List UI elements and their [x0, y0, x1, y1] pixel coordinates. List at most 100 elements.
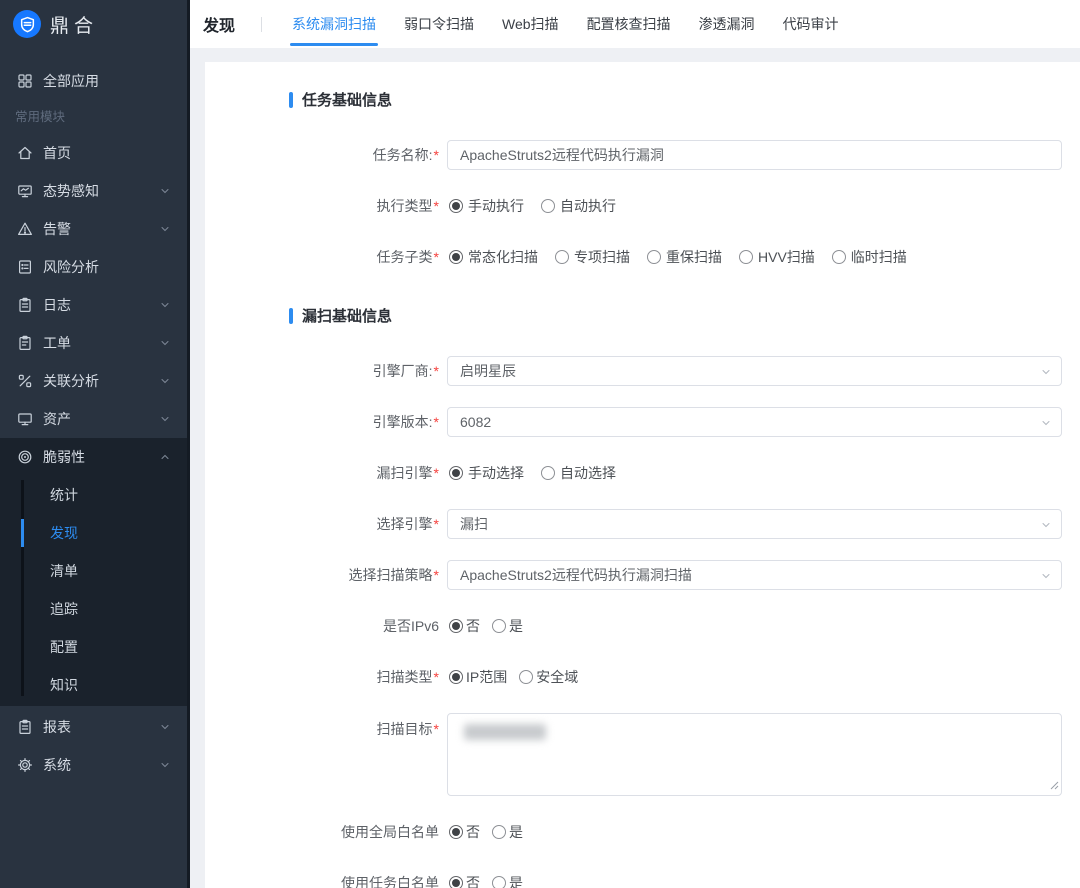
radio-button[interactable]	[449, 670, 463, 684]
chevron-down-icon	[1040, 416, 1052, 432]
radio-button[interactable]	[519, 670, 533, 684]
field-label: 任务子类*	[205, 247, 439, 267]
sidebar-item-system[interactable]: 系统	[0, 746, 187, 784]
sidebar-subitem-inventory[interactable]: 清单	[0, 552, 187, 590]
sidebar-item-vulnerability[interactable]: 脆弱性	[0, 438, 187, 476]
radio-button[interactable]	[555, 250, 569, 264]
tab-web-scan[interactable]: Web扫描	[488, 0, 573, 48]
sidebar-item-label: 关联分析	[43, 371, 159, 391]
field-label: 使用全局白名单	[205, 822, 439, 842]
radio-label: 自动执行	[560, 196, 616, 216]
resize-grip-icon[interactable]	[1050, 777, 1059, 793]
radio-temporary-scan[interactable]: 临时扫描	[832, 247, 907, 267]
required-mark: *	[434, 249, 439, 265]
field-label: 任务名称:*	[205, 145, 439, 165]
tab-penetration-vuln[interactable]: 渗透漏洞	[685, 0, 769, 48]
brand-name: 鼎合	[50, 11, 98, 38]
brand-logo[interactable]: 鼎合	[0, 0, 187, 48]
radio-button[interactable]	[739, 250, 753, 264]
monitor-icon	[17, 183, 33, 199]
radio-button[interactable]	[449, 199, 463, 213]
field-label: 是否IPv6	[205, 616, 439, 636]
engine-vendor-select[interactable]: 启明星辰	[447, 356, 1062, 386]
radio-button[interactable]	[541, 199, 555, 213]
radio-manual-select[interactable]: 手动选择	[449, 463, 524, 483]
required-mark: *	[434, 465, 439, 481]
radio-auto-select[interactable]: 自动选择	[541, 463, 616, 483]
radio-button[interactable]	[449, 250, 463, 264]
clipboard-icon	[17, 335, 33, 351]
radio-ip-range[interactable]: IP范围	[449, 667, 507, 687]
select-value: ApacheStruts2远程代码执行漏洞扫描	[460, 565, 692, 585]
sidebar-subitem-label: 发现	[50, 523, 78, 543]
sidebar-item-situation[interactable]: 态势感知	[0, 172, 187, 210]
radio-task-whitelist-no[interactable]: 否	[449, 873, 480, 888]
sidebar-subitem-discovery[interactable]: 发现	[0, 514, 187, 552]
select-engine-select[interactable]: 漏扫	[447, 509, 1062, 539]
radio-button[interactable]	[449, 876, 463, 888]
radio-global-whitelist-no[interactable]: 否	[449, 822, 480, 842]
chevron-down-icon	[159, 759, 171, 771]
radio-label: 否	[466, 822, 480, 842]
sidebar-item-label: 资产	[43, 409, 159, 429]
scan-engine-mode-radio-group: 手动选择 自动选择	[449, 463, 633, 483]
radio-ipv6-no[interactable]: 否	[449, 616, 480, 636]
sidebar-item-assets[interactable]: 资产	[0, 400, 187, 438]
sidebar-item-home[interactable]: 首页	[0, 134, 187, 172]
sidebar-item-label: 系统	[43, 755, 159, 775]
radio-label: 是	[509, 822, 523, 842]
radio-button[interactable]	[647, 250, 661, 264]
form-row-engine-vendor: 引擎厂商:* 启明星辰	[205, 356, 1080, 386]
sidebar-subitem-configuration[interactable]: 配置	[0, 628, 187, 666]
sidebar-item-alerts[interactable]: 告警	[0, 210, 187, 248]
scan-target-textarea[interactable]	[447, 713, 1062, 796]
radio-key-protection-scan[interactable]: 重保扫描	[647, 247, 722, 267]
radio-button[interactable]	[492, 876, 506, 888]
engine-version-select[interactable]: 6082	[447, 407, 1062, 437]
radio-button[interactable]	[449, 466, 463, 480]
sidebar-item-correlation[interactable]: 关联分析	[0, 362, 187, 400]
tab-label: 渗透漏洞	[699, 14, 755, 34]
radio-normalized-scan[interactable]: 常态化扫描	[449, 247, 538, 267]
radio-auto-exec[interactable]: 自动执行	[541, 196, 616, 216]
radio-security-zone[interactable]: 安全域	[519, 667, 578, 687]
form-row-scan-policy: 选择扫描策略* ApacheStruts2远程代码执行漏洞扫描	[205, 560, 1080, 590]
sidebar-item-logs[interactable]: 日志	[0, 286, 187, 324]
sidebar: 鼎合 全部应用 常用模块 首页 态势感知	[0, 0, 190, 888]
sidebar-item-risk-analysis[interactable]: 风险分析	[0, 248, 187, 286]
radio-button[interactable]	[492, 825, 506, 839]
clipboard-icon	[17, 719, 33, 735]
sidebar-item-tickets[interactable]: 工单	[0, 324, 187, 362]
form-row-engine-version: 引擎版本:* 6082	[205, 407, 1080, 437]
sidebar-subitem-statistics[interactable]: 统计	[0, 476, 187, 514]
section-accent-bar	[289, 308, 293, 324]
doc-icon	[17, 259, 33, 275]
tab-config-check-scan[interactable]: 配置核查扫描	[573, 0, 685, 48]
scan-policy-select[interactable]: ApacheStruts2远程代码执行漏洞扫描	[447, 560, 1062, 590]
radio-button[interactable]	[492, 619, 506, 633]
tab-system-vuln-scan[interactable]: 系统漏洞扫描	[278, 0, 390, 48]
task-name-input[interactable]	[447, 140, 1062, 170]
sidebar-item-label: 报表	[43, 717, 159, 737]
radio-button[interactable]	[541, 466, 555, 480]
radio-task-whitelist-yes[interactable]: 是	[492, 873, 523, 888]
sidebar-item-reports[interactable]: 报表	[0, 708, 187, 746]
radio-hvv-scan[interactable]: HVV扫描	[739, 247, 815, 267]
tab-label: 配置核查扫描	[587, 14, 671, 34]
radio-special-scan[interactable]: 专项扫描	[555, 247, 630, 267]
sidebar-subitem-tracking[interactable]: 追踪	[0, 590, 187, 628]
sidebar-subitem-knowledge[interactable]: 知识	[0, 666, 187, 704]
task-subtype-radio-group: 常态化扫描 专项扫描 重保扫描 HVV扫描 临时扫描	[449, 247, 924, 267]
radio-button[interactable]	[832, 250, 846, 264]
radio-manual-exec[interactable]: 手动执行	[449, 196, 524, 216]
form-row-global-whitelist: 使用全局白名单 否 是	[205, 817, 1080, 847]
select-value: 6082	[460, 414, 491, 430]
radio-ipv6-yes[interactable]: 是	[492, 616, 523, 636]
radio-global-whitelist-yes[interactable]: 是	[492, 822, 523, 842]
radio-button[interactable]	[449, 619, 463, 633]
page-title: 发现	[203, 12, 235, 36]
radio-button[interactable]	[449, 825, 463, 839]
tab-weak-password-scan[interactable]: 弱口令扫描	[390, 0, 488, 48]
sidebar-item-all-apps[interactable]: 全部应用	[0, 62, 187, 100]
tab-code-audit[interactable]: 代码审计	[769, 0, 853, 48]
